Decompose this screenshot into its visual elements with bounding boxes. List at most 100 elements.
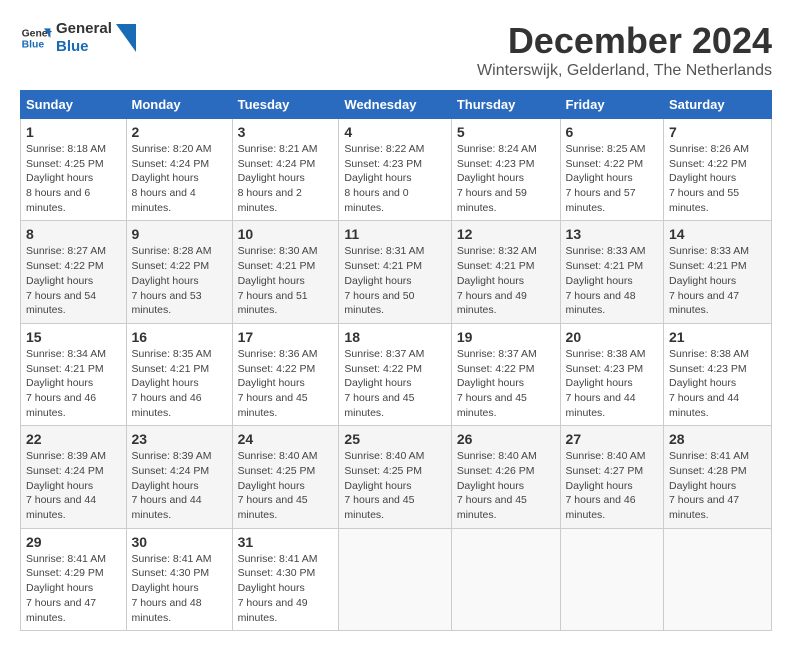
day-number: 25 xyxy=(344,431,445,447)
day-number: 8 xyxy=(26,226,121,242)
table-row: 14 Sunrise: 8:33 AM Sunset: 4:21 PM Dayl… xyxy=(664,221,772,323)
table-row xyxy=(560,528,663,630)
table-row: 30 Sunrise: 8:41 AM Sunset: 4:30 PM Dayl… xyxy=(126,528,232,630)
day-number: 26 xyxy=(457,431,555,447)
day-number: 2 xyxy=(132,124,227,140)
calendar-body: 1 Sunrise: 8:18 AM Sunset: 4:25 PM Dayli… xyxy=(21,119,772,631)
day-number: 21 xyxy=(669,329,766,345)
day-info: Sunrise: 8:37 AM Sunset: 4:22 PM Dayligh… xyxy=(344,347,445,420)
calendar-table: Sunday Monday Tuesday Wednesday Thursday… xyxy=(20,90,772,631)
day-number: 31 xyxy=(238,534,334,550)
day-number: 28 xyxy=(669,431,766,447)
day-info: Sunrise: 8:21 AM Sunset: 4:24 PM Dayligh… xyxy=(238,142,334,215)
day-number: 30 xyxy=(132,534,227,550)
day-number: 15 xyxy=(26,329,121,345)
day-number: 17 xyxy=(238,329,334,345)
table-row: 21 Sunrise: 8:38 AM Sunset: 4:23 PM Dayl… xyxy=(664,323,772,425)
table-row: 11 Sunrise: 8:31 AM Sunset: 4:21 PM Dayl… xyxy=(339,221,451,323)
header-thursday: Thursday xyxy=(451,91,560,119)
day-info: Sunrise: 8:41 AM Sunset: 4:28 PM Dayligh… xyxy=(669,449,766,522)
day-info: Sunrise: 8:22 AM Sunset: 4:23 PM Dayligh… xyxy=(344,142,445,215)
table-row: 23 Sunrise: 8:39 AM Sunset: 4:24 PM Dayl… xyxy=(126,426,232,528)
day-info: Sunrise: 8:39 AM Sunset: 4:24 PM Dayligh… xyxy=(132,449,227,522)
table-row: 6 Sunrise: 8:25 AM Sunset: 4:22 PM Dayli… xyxy=(560,119,663,221)
table-row xyxy=(339,528,451,630)
logo-text-blue: Blue xyxy=(56,38,112,56)
table-row: 25 Sunrise: 8:40 AM Sunset: 4:25 PM Dayl… xyxy=(339,426,451,528)
calendar-header: Sunday Monday Tuesday Wednesday Thursday… xyxy=(21,91,772,119)
day-info: Sunrise: 8:32 AM Sunset: 4:21 PM Dayligh… xyxy=(457,244,555,317)
day-number: 22 xyxy=(26,431,121,447)
logo: General Blue General Blue xyxy=(20,20,136,56)
day-info: Sunrise: 8:38 AM Sunset: 4:23 PM Dayligh… xyxy=(566,347,658,420)
day-number: 14 xyxy=(669,226,766,242)
title-section: December 2024 Winterswijk, Gelderland, T… xyxy=(477,20,772,80)
day-number: 9 xyxy=(132,226,227,242)
day-number: 13 xyxy=(566,226,658,242)
table-row: 15 Sunrise: 8:34 AM Sunset: 4:21 PM Dayl… xyxy=(21,323,127,425)
day-info: Sunrise: 8:40 AM Sunset: 4:27 PM Dayligh… xyxy=(566,449,658,522)
table-row: 16 Sunrise: 8:35 AM Sunset: 4:21 PM Dayl… xyxy=(126,323,232,425)
day-number: 12 xyxy=(457,226,555,242)
day-info: Sunrise: 8:34 AM Sunset: 4:21 PM Dayligh… xyxy=(26,347,121,420)
day-number: 24 xyxy=(238,431,334,447)
table-row: 13 Sunrise: 8:33 AM Sunset: 4:21 PM Dayl… xyxy=(560,221,663,323)
day-info: Sunrise: 8:38 AM Sunset: 4:23 PM Dayligh… xyxy=(669,347,766,420)
day-number: 18 xyxy=(344,329,445,345)
table-row: 29 Sunrise: 8:41 AM Sunset: 4:29 PM Dayl… xyxy=(21,528,127,630)
svg-text:Blue: Blue xyxy=(22,40,45,51)
day-info: Sunrise: 8:41 AM Sunset: 4:30 PM Dayligh… xyxy=(132,552,227,625)
logo-arrow-icon xyxy=(116,24,136,52)
day-number: 20 xyxy=(566,329,658,345)
day-info: Sunrise: 8:25 AM Sunset: 4:22 PM Dayligh… xyxy=(566,142,658,215)
table-row: 12 Sunrise: 8:32 AM Sunset: 4:21 PM Dayl… xyxy=(451,221,560,323)
day-info: Sunrise: 8:36 AM Sunset: 4:22 PM Dayligh… xyxy=(238,347,334,420)
table-row: 1 Sunrise: 8:18 AM Sunset: 4:25 PM Dayli… xyxy=(21,119,127,221)
day-number: 11 xyxy=(344,226,445,242)
day-info: Sunrise: 8:41 AM Sunset: 4:30 PM Dayligh… xyxy=(238,552,334,625)
day-number: 3 xyxy=(238,124,334,140)
day-number: 16 xyxy=(132,329,227,345)
month-title: December 2024 xyxy=(477,20,772,62)
table-row: 27 Sunrise: 8:40 AM Sunset: 4:27 PM Dayl… xyxy=(560,426,663,528)
table-row: 5 Sunrise: 8:24 AM Sunset: 4:23 PM Dayli… xyxy=(451,119,560,221)
table-row: 9 Sunrise: 8:28 AM Sunset: 4:22 PM Dayli… xyxy=(126,221,232,323)
day-info: Sunrise: 8:27 AM Sunset: 4:22 PM Dayligh… xyxy=(26,244,121,317)
header-friday: Friday xyxy=(560,91,663,119)
day-info: Sunrise: 8:40 AM Sunset: 4:25 PM Dayligh… xyxy=(344,449,445,522)
day-number: 27 xyxy=(566,431,658,447)
day-info: Sunrise: 8:28 AM Sunset: 4:22 PM Dayligh… xyxy=(132,244,227,317)
header-wednesday: Wednesday xyxy=(339,91,451,119)
day-info: Sunrise: 8:33 AM Sunset: 4:21 PM Dayligh… xyxy=(566,244,658,317)
table-row: 3 Sunrise: 8:21 AM Sunset: 4:24 PM Dayli… xyxy=(232,119,339,221)
day-info: Sunrise: 8:35 AM Sunset: 4:21 PM Dayligh… xyxy=(132,347,227,420)
day-number: 10 xyxy=(238,226,334,242)
table-row: 24 Sunrise: 8:40 AM Sunset: 4:25 PM Dayl… xyxy=(232,426,339,528)
day-info: Sunrise: 8:20 AM Sunset: 4:24 PM Dayligh… xyxy=(132,142,227,215)
table-row: 4 Sunrise: 8:22 AM Sunset: 4:23 PM Dayli… xyxy=(339,119,451,221)
header-monday: Monday xyxy=(126,91,232,119)
day-info: Sunrise: 8:18 AM Sunset: 4:25 PM Dayligh… xyxy=(26,142,121,215)
table-row: 20 Sunrise: 8:38 AM Sunset: 4:23 PM Dayl… xyxy=(560,323,663,425)
day-info: Sunrise: 8:26 AM Sunset: 4:22 PM Dayligh… xyxy=(669,142,766,215)
day-number: 19 xyxy=(457,329,555,345)
page-header: General Blue General Blue December 2024 … xyxy=(20,20,772,80)
day-info: Sunrise: 8:37 AM Sunset: 4:22 PM Dayligh… xyxy=(457,347,555,420)
header-saturday: Saturday xyxy=(664,91,772,119)
table-row: 26 Sunrise: 8:40 AM Sunset: 4:26 PM Dayl… xyxy=(451,426,560,528)
header-tuesday: Tuesday xyxy=(232,91,339,119)
day-number: 7 xyxy=(669,124,766,140)
table-row: 19 Sunrise: 8:37 AM Sunset: 4:22 PM Dayl… xyxy=(451,323,560,425)
day-info: Sunrise: 8:40 AM Sunset: 4:26 PM Dayligh… xyxy=(457,449,555,522)
table-row: 22 Sunrise: 8:39 AM Sunset: 4:24 PM Dayl… xyxy=(21,426,127,528)
day-info: Sunrise: 8:40 AM Sunset: 4:25 PM Dayligh… xyxy=(238,449,334,522)
day-info: Sunrise: 8:31 AM Sunset: 4:21 PM Dayligh… xyxy=(344,244,445,317)
table-row: 28 Sunrise: 8:41 AM Sunset: 4:28 PM Dayl… xyxy=(664,426,772,528)
day-info: Sunrise: 8:33 AM Sunset: 4:21 PM Dayligh… xyxy=(669,244,766,317)
table-row: 18 Sunrise: 8:37 AM Sunset: 4:22 PM Dayl… xyxy=(339,323,451,425)
day-number: 5 xyxy=(457,124,555,140)
day-number: 23 xyxy=(132,431,227,447)
table-row xyxy=(451,528,560,630)
table-row: 8 Sunrise: 8:27 AM Sunset: 4:22 PM Dayli… xyxy=(21,221,127,323)
day-info: Sunrise: 8:30 AM Sunset: 4:21 PM Dayligh… xyxy=(238,244,334,317)
